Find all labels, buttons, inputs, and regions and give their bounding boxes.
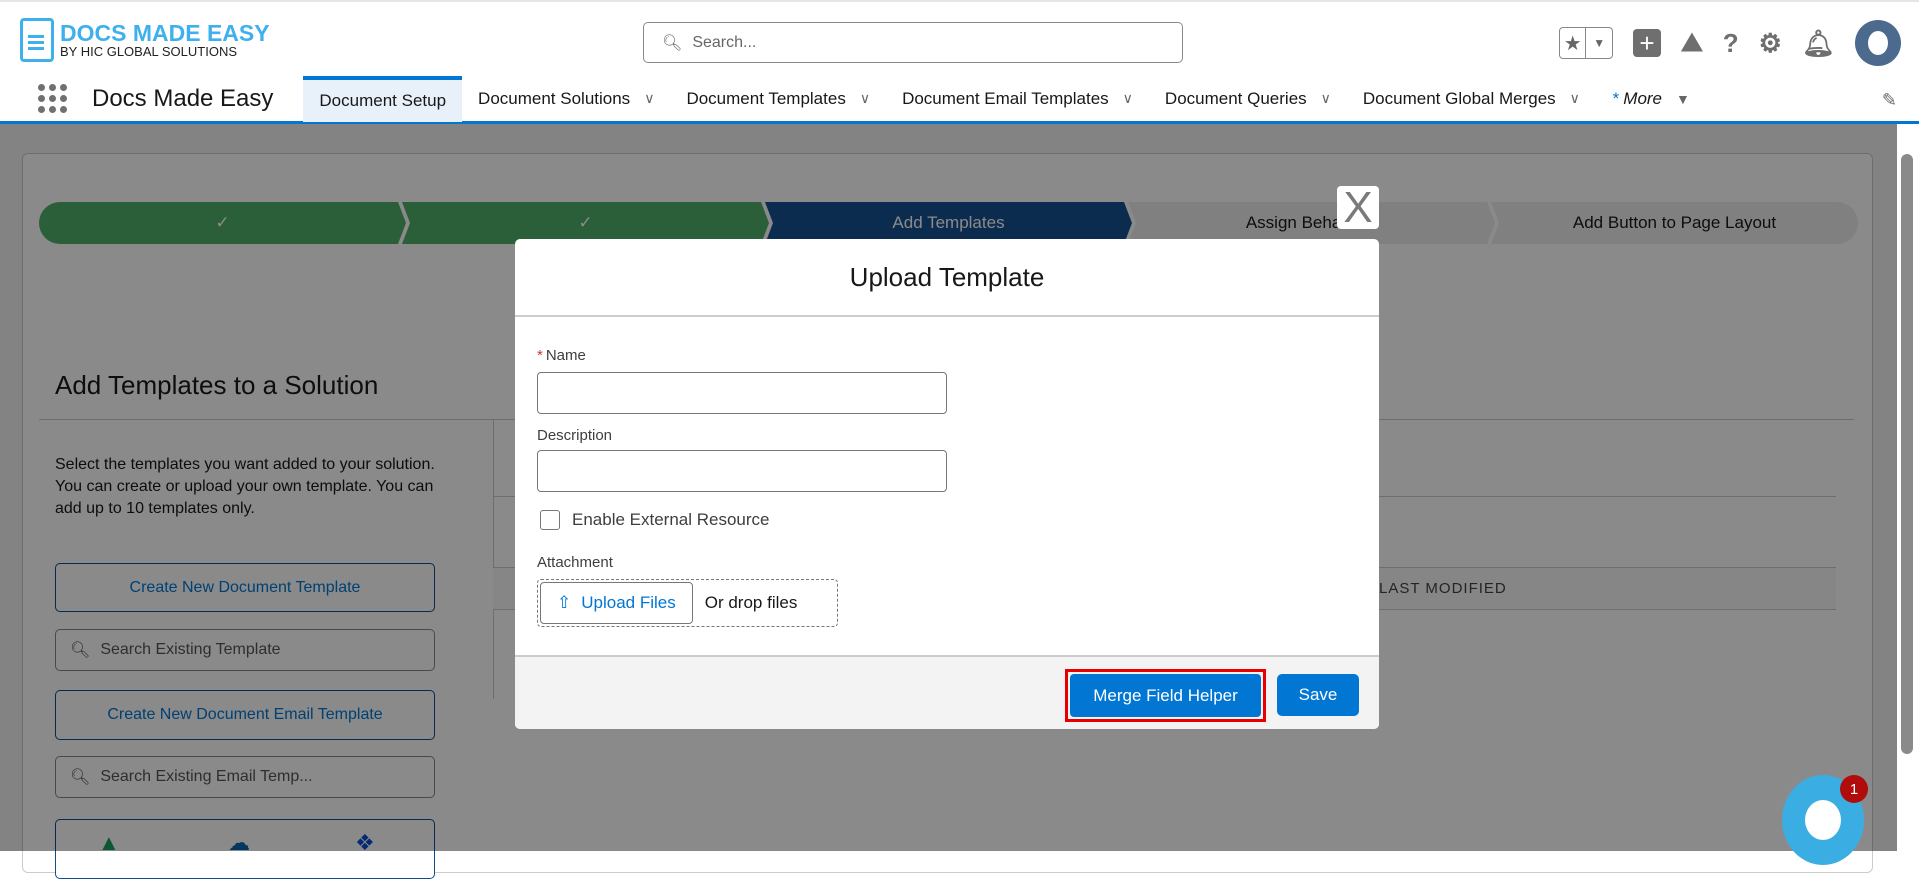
logo[interactable]: DOCS MADE EASY BY HIC GLOBAL SOLUTIONS bbox=[20, 18, 270, 62]
search-icon: 🔍︎ bbox=[662, 34, 683, 52]
search-placeholder: Search... bbox=[692, 33, 757, 51]
tab-document-global-merges[interactable]: Document Global Merges ∨ bbox=[1347, 76, 1596, 122]
enable-external-resource-checkbox[interactable]: Enable External Resource bbox=[540, 510, 770, 530]
save-button[interactable]: Save bbox=[1277, 674, 1359, 716]
merge-field-helper-highlight: Merge Field Helper bbox=[1065, 669, 1266, 722]
bell-icon[interactable]: 🔔︎ bbox=[1802, 28, 1835, 59]
tab-document-solutions[interactable]: Document Solutions ∨ bbox=[462, 76, 670, 122]
scrollbar[interactable] bbox=[1897, 124, 1919, 851]
close-modal-button[interactable]: X bbox=[1337, 182, 1379, 232]
global-header: DOCS MADE EASY BY HIC GLOBAL SOLUTIONS 🔍… bbox=[0, 0, 1919, 76]
description-input[interactable] bbox=[537, 450, 947, 492]
merge-field-helper-button[interactable]: Merge Field Helper bbox=[1070, 674, 1261, 717]
caret-down-icon: ▼ bbox=[1676, 90, 1690, 107]
close-icon: X bbox=[1343, 182, 1373, 232]
attachment-label: Attachment bbox=[537, 554, 613, 571]
chevron-down-icon[interactable]: ∨ bbox=[1321, 90, 1331, 107]
edit-nav-pencil-icon[interactable]: ✎ bbox=[1882, 90, 1897, 111]
checkbox[interactable] bbox=[540, 510, 560, 530]
description-label: Description bbox=[537, 427, 613, 444]
chevron-down-icon[interactable]: ∨ bbox=[644, 90, 654, 107]
modal-footer: Merge Field Helper Save bbox=[515, 655, 1379, 729]
upload-template-modal: Upload Template * Name Description Enable… bbox=[515, 239, 1379, 729]
chevron-down-icon[interactable]: ∨ bbox=[1570, 90, 1580, 107]
drop-files-text: Or drop files bbox=[704, 593, 798, 612]
favorites-button[interactable]: ★ ▼ bbox=[1558, 27, 1613, 59]
avatar[interactable] bbox=[1855, 20, 1901, 66]
star-icon: ★ bbox=[1563, 32, 1582, 55]
trailhead-icon[interactable]: ⛰ bbox=[1681, 27, 1703, 59]
global-actions-plus-icon[interactable]: + bbox=[1632, 28, 1661, 58]
app-name: Docs Made Easy bbox=[92, 84, 274, 112]
tab-document-email-templates[interactable]: Document Email Templates ∨ bbox=[886, 76, 1149, 122]
file-drop-zone[interactable]: ⇧ Upload Files Or drop files bbox=[537, 579, 838, 627]
document-icon bbox=[20, 18, 54, 62]
caret-down-icon[interactable]: ▼ bbox=[1585, 28, 1612, 58]
tab-document-queries[interactable]: Document Queries ∨ bbox=[1149, 76, 1347, 122]
chat-bubble-icon bbox=[1805, 800, 1841, 840]
name-input[interactable] bbox=[537, 372, 947, 414]
gear-icon[interactable]: ⚙ bbox=[1759, 28, 1782, 59]
upload-icon: ⇧ bbox=[557, 593, 572, 612]
app-nav: Docs Made Easy Document Setup Document S… bbox=[0, 75, 1919, 124]
global-search-input[interactable]: 🔍︎ Search... bbox=[643, 22, 1183, 63]
modal-title: Upload Template bbox=[849, 261, 1045, 292]
logo-title: DOCS MADE EASY bbox=[60, 20, 270, 46]
chat-notification-badge: 1 bbox=[1840, 775, 1868, 803]
logo-subtitle: BY HIC GLOBAL SOLUTIONS bbox=[60, 44, 237, 59]
app-launcher-icon[interactable] bbox=[38, 84, 68, 113]
tab-document-setup[interactable]: Document Setup bbox=[303, 75, 463, 122]
name-label: * Name bbox=[537, 347, 586, 364]
chevron-down-icon[interactable]: ∨ bbox=[1123, 90, 1133, 107]
help-icon[interactable]: ? bbox=[1723, 28, 1739, 59]
tab-more[interactable]: * More ▼ bbox=[1596, 76, 1706, 122]
chevron-down-icon[interactable]: ∨ bbox=[860, 90, 870, 107]
upload-files-button[interactable]: ⇧ Upload Files bbox=[540, 582, 693, 624]
tab-document-templates[interactable]: Document Templates ∨ bbox=[670, 76, 886, 122]
